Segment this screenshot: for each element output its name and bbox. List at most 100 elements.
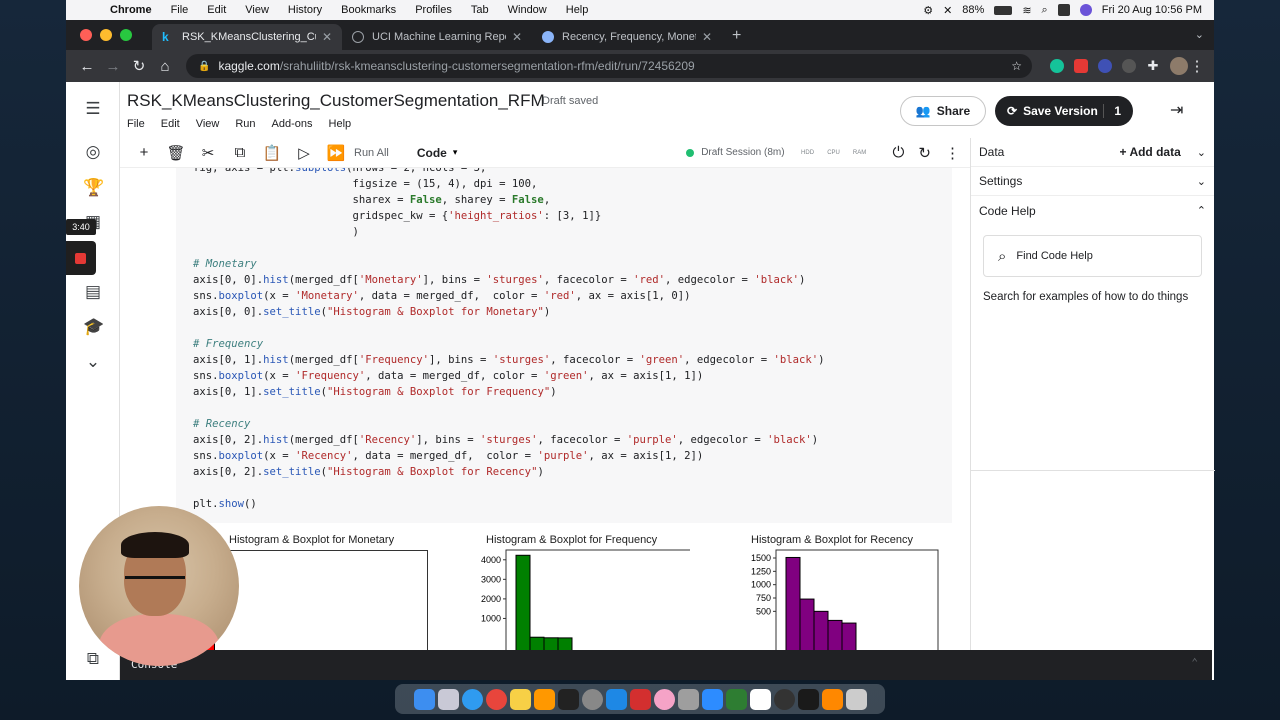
code-line[interactable]: )	[193, 224, 825, 240]
code-line[interactable]: sns.boxplot(x = 'Frequency', data = merg…	[193, 368, 825, 384]
menubar-file[interactable]: File	[171, 4, 189, 16]
code-line[interactable]	[193, 480, 825, 496]
code-line[interactable]: axis[0, 0].set_title("Histogram & Boxplo…	[193, 304, 825, 320]
menubar-datetime[interactable]: Fri 20 Aug 10:56 PM	[1102, 4, 1202, 16]
copy-icon[interactable]: ⧉	[224, 144, 256, 161]
tab-search-icon[interactable]: ⌄	[1195, 28, 1204, 41]
code-line[interactable]: plt.show()	[193, 496, 825, 512]
extension-icon[interactable]	[1098, 59, 1112, 73]
menu-run[interactable]: Run	[235, 118, 255, 130]
search-input[interactable]: Find Code Help	[1016, 250, 1092, 262]
code-help-search[interactable]: ⌕ Find Code Help	[983, 235, 1202, 277]
launchpad-icon[interactable]	[437, 688, 459, 710]
code-line[interactable]: axis[0, 0].hist(merged_df['Monetary'], b…	[193, 272, 825, 288]
session-status[interactable]: Draft Session (8m) HDD CPU RAM	[686, 147, 872, 158]
browser-tab-rfm[interactable]: Recency, Frequency, Monetar ✕	[532, 24, 722, 50]
close-window-button[interactable]	[80, 29, 92, 41]
extension-icon[interactable]	[1074, 59, 1088, 73]
settings-icon[interactable]	[581, 688, 603, 710]
acrobat-icon[interactable]	[629, 688, 651, 710]
code-line[interactable]: axis[0, 1].set_title("Histogram & Boxplo…	[193, 384, 825, 400]
zoom-window-button[interactable]	[120, 29, 132, 41]
share-button[interactable]: 👥 Share	[900, 96, 986, 126]
code-line[interactable]: axis[0, 2].hist(merged_df['Recency'], bi…	[193, 432, 825, 448]
photos-icon[interactable]	[653, 688, 675, 710]
new-tab-button[interactable]: +	[732, 27, 741, 45]
scissors-icon[interactable]: ✂	[192, 144, 224, 162]
hamburger-menu-icon[interactable]: ☰	[83, 99, 103, 119]
lock-icon[interactable]: 🔒	[198, 61, 210, 72]
grammarly-extension-icon[interactable]	[1050, 59, 1064, 73]
run-all-icon[interactable]: ⏩	[320, 144, 352, 162]
siri-icon[interactable]	[1079, 4, 1092, 16]
close-tab-icon[interactable]: ✕	[702, 30, 712, 44]
finder-icon[interactable]	[413, 688, 435, 710]
code-line[interactable]: # Monetary	[193, 256, 825, 272]
bookmark-star-icon[interactable]: ☆	[1011, 59, 1022, 73]
chrome-icon[interactable]	[485, 688, 507, 710]
menubar-app-name[interactable]: Chrome	[110, 4, 152, 16]
run-cell-icon[interactable]: ▷	[288, 144, 320, 162]
menu-addons[interactable]: Add-ons	[272, 118, 313, 130]
home-button[interactable]: ⌂	[152, 58, 178, 75]
browser-tab-uci[interactable]: UCI Machine Learning Reposit ✕	[342, 24, 532, 50]
safari-icon[interactable]	[461, 688, 483, 710]
slack-icon[interactable]	[749, 688, 771, 710]
gear-icon[interactable]: ⚙	[923, 4, 933, 17]
forward-button[interactable]: →	[100, 58, 126, 75]
more-menu-icon[interactable]: ⋮	[1188, 57, 1206, 75]
zoom-icon[interactable]	[701, 688, 723, 710]
terminal-icon[interactable]	[557, 688, 579, 710]
address-bar[interactable]: 🔒 kaggle.com /srahuliitb/rsk-kmeansclust…	[186, 54, 1032, 78]
menu-help[interactable]: Help	[329, 118, 352, 130]
sublime-icon[interactable]	[533, 688, 555, 710]
menubar-bookmarks[interactable]: Bookmarks	[341, 4, 396, 16]
menubar-edit[interactable]: Edit	[207, 4, 226, 16]
apple-icon[interactable]	[82, 3, 96, 17]
save-version-button[interactable]: ⟳ Save Version 1	[995, 96, 1133, 126]
intellij-icon[interactable]	[797, 688, 819, 710]
menubar-history[interactable]: History	[288, 4, 322, 16]
menubar-profiles[interactable]: Profiles	[415, 4, 452, 16]
code-line[interactable]: sharex = False, sharey = False,	[193, 192, 825, 208]
code-editor[interactable]: fig, axis = plt.subplots(nrows = 2, ncol…	[193, 168, 825, 512]
chevron-down-icon[interactable]: ⌄	[83, 352, 103, 372]
avatar[interactable]	[1170, 57, 1188, 75]
code-line[interactable]: axis[0, 1].hist(merged_df['Frequency'], …	[193, 352, 825, 368]
battery-icon[interactable]	[994, 5, 1013, 15]
trash-icon[interactable]: 🗑	[160, 144, 192, 162]
power-icon[interactable]: ⏻	[893, 144, 905, 162]
run-all-button[interactable]: Run All	[354, 147, 389, 159]
close-tab-icon[interactable]: ✕	[512, 30, 522, 44]
chevron-up-icon[interactable]: ⌃	[1197, 204, 1206, 217]
compass-icon[interactable]: ◎	[83, 142, 103, 162]
vlc-icon[interactable]	[821, 688, 843, 710]
back-button[interactable]: ←	[74, 58, 100, 75]
code-line[interactable]: axis[0, 2].set_title("Histogram & Boxplo…	[193, 464, 825, 480]
code-line[interactable]	[193, 320, 825, 336]
more-vert-icon[interactable]: ⋮	[945, 144, 960, 162]
collapse-sidebar-icon[interactable]: ⇥	[1170, 100, 1183, 120]
code-line[interactable]: gridspec_kw = {'height_ratios': [3, 1]}	[193, 208, 825, 224]
chevron-up-icon[interactable]: ⌃	[1191, 656, 1198, 669]
menubar-view[interactable]: View	[245, 4, 269, 16]
code-line[interactable]: # Frequency	[193, 336, 825, 352]
caret-down-icon[interactable]: ▾	[453, 147, 458, 158]
notes-icon[interactable]	[509, 688, 531, 710]
pe-icon[interactable]	[725, 688, 747, 710]
add-data-button[interactable]: + Add data	[1120, 145, 1181, 159]
trash-icon[interactable]	[845, 688, 867, 710]
menu-file[interactable]: File	[127, 118, 145, 130]
menubar-help[interactable]: Help	[566, 4, 589, 16]
code-line[interactable]	[193, 240, 825, 256]
code-line[interactable]: figsize = (15, 4), dpi = 100,	[193, 176, 825, 192]
puzzle-icon[interactable]: ✚	[1146, 59, 1160, 73]
code-line[interactable]: # Recency	[193, 416, 825, 432]
settings-panel-header[interactable]: Settings ⌄	[971, 167, 1214, 196]
bluetooth-icon[interactable]: ✕	[943, 4, 952, 17]
menu-view[interactable]: View	[196, 118, 220, 130]
trophy-icon[interactable]: 🏆	[83, 178, 104, 198]
code-help-panel-header[interactable]: Code Help ⌃	[971, 196, 1214, 225]
chevron-down-icon[interactable]: ⌄	[1197, 175, 1206, 188]
comments-icon[interactable]: ▤	[83, 282, 103, 302]
